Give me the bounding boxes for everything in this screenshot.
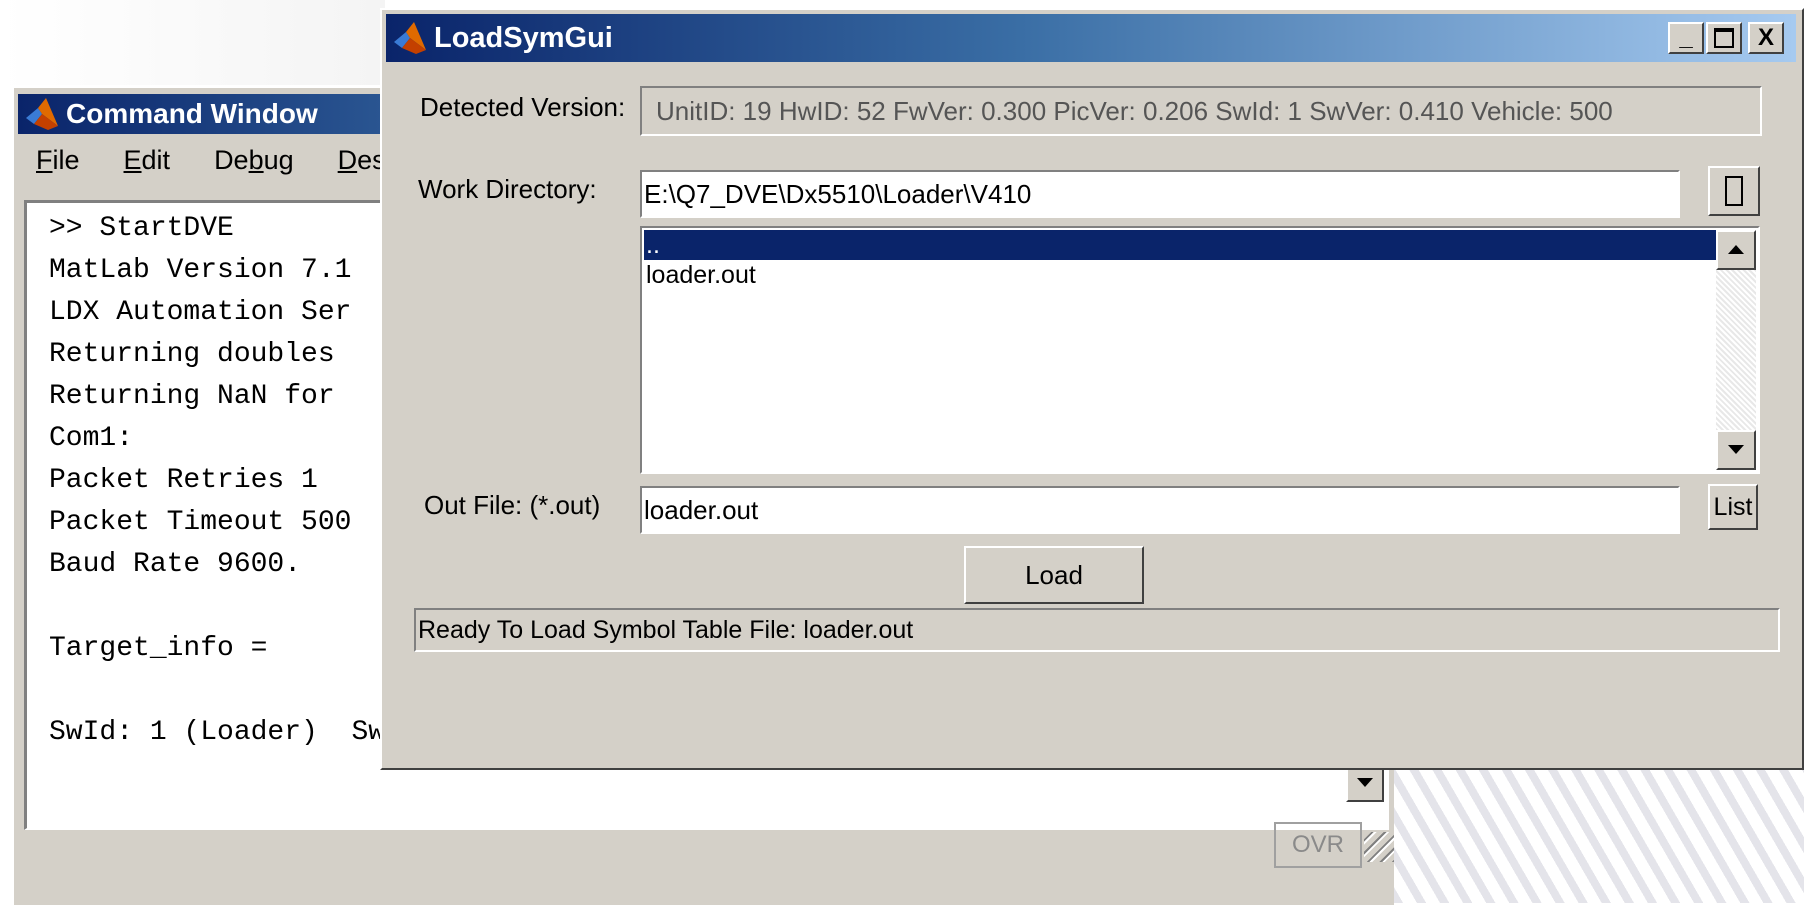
load-button[interactable]: Load: [964, 546, 1144, 604]
desktop-wallpaper: [1380, 760, 1804, 903]
menu-edit[interactable]: Edit: [124, 145, 171, 176]
close-button[interactable]: X: [1748, 22, 1784, 54]
work-directory-input[interactable]: E:\Q7_DVE\Dx5510\Loader\V410: [640, 170, 1680, 218]
list-button[interactable]: List: [1708, 484, 1758, 530]
scroll-down-button[interactable]: [1716, 430, 1756, 470]
scroll-up-button[interactable]: [1716, 230, 1756, 270]
command-line: MatLab Version 7.1: [49, 255, 352, 286]
minimize-icon: _: [1679, 24, 1693, 51]
matlab-icon: [394, 22, 426, 54]
file-list-scrollbar[interactable]: [1716, 230, 1756, 470]
out-file-input[interactable]: loader.out: [640, 486, 1680, 534]
command-line: Packet Timeout 500: [49, 507, 352, 538]
out-file-label: Out File: (*.out): [424, 490, 601, 520]
loadsymgui-dialog: LoadSymGui _ X Detected Version: UnitID:…: [380, 8, 1804, 770]
close-icon: X: [1757, 24, 1774, 51]
arrow-down-icon: [1357, 778, 1373, 787]
command-line: Packet Retries 1: [49, 465, 318, 496]
work-directory-label: Work Directory:: [418, 174, 597, 204]
command-line: Returning doubles: [49, 339, 335, 370]
list-item[interactable]: loader.out: [644, 260, 756, 290]
matlab-icon: [26, 98, 58, 130]
arrow-down-icon: [1728, 445, 1744, 454]
ovr-indicator: OVR: [1274, 822, 1362, 868]
command-window-title: Command Window: [66, 98, 318, 129]
browse-icon: [1725, 176, 1743, 206]
command-line: Target_info =: [49, 633, 268, 664]
menu-debug[interactable]: Debug: [214, 145, 294, 176]
detected-version-label: Detected Version:: [420, 92, 626, 122]
detected-version-value: UnitID: 19 HwID: 52 FwVer: 0.300 PicVer:…: [640, 86, 1762, 136]
dialog-titlebar[interactable]: LoadSymGui _ X: [386, 14, 1796, 62]
command-line: Com1:: [49, 423, 134, 454]
command-line: >> StartDVE: [49, 213, 234, 244]
menu-file[interactable]: File: [36, 145, 80, 176]
command-line: LDX Automation Ser: [49, 297, 352, 328]
maximize-icon: [1714, 28, 1734, 48]
maximize-button[interactable]: [1706, 22, 1742, 54]
command-line: Returning NaN for: [49, 381, 335, 412]
file-listbox[interactable]: .. loader.out: [640, 226, 1760, 474]
arrow-up-icon: [1728, 245, 1744, 254]
minimize-button[interactable]: _: [1668, 22, 1704, 54]
dialog-title: LoadSymGui: [434, 21, 613, 54]
browse-directory-button[interactable]: [1708, 166, 1760, 216]
status-text: Ready To Load Symbol Table File: loader.…: [414, 608, 1780, 652]
resize-grip[interactable]: [1364, 832, 1394, 862]
list-item[interactable]: ..: [644, 230, 1716, 260]
command-line: Baud Rate 9600.: [49, 549, 302, 580]
desktop-background: [0, 0, 385, 85]
